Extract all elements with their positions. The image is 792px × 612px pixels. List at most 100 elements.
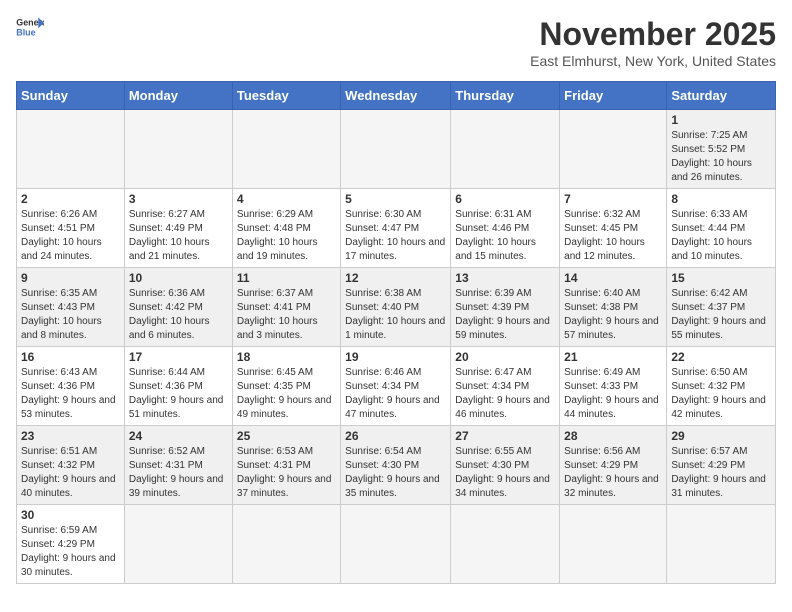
day-info: Sunrise: 6:56 AM Sunset: 4:29 PM Dayligh… — [564, 445, 662, 501]
day-number: 1 — [671, 113, 771, 127]
day-info: Sunrise: 6:27 AM Sunset: 4:49 PM Dayligh… — [129, 208, 228, 264]
calendar-day-cell: 13 Sunrise: 6:39 AM Sunset: 4:39 PM Dayli… — [451, 268, 560, 347]
weekday-header-monday: Monday — [124, 82, 232, 110]
day-info: Sunrise: 6:39 AM Sunset: 4:39 PM Dayligh… — [455, 287, 555, 343]
day-info: Sunrise: 6:54 AM Sunset: 4:30 PM Dayligh… — [345, 445, 446, 501]
weekday-header-wednesday: Wednesday — [341, 82, 451, 110]
calendar-day-cell: 3 Sunrise: 6:27 AM Sunset: 4:49 PM Daylig… — [124, 189, 232, 268]
day-number: 6 — [455, 192, 555, 206]
day-info: Sunrise: 6:43 AM Sunset: 4:36 PM Dayligh… — [21, 366, 120, 422]
day-info: Sunrise: 6:47 AM Sunset: 4:34 PM Dayligh… — [455, 366, 555, 422]
day-number: 14 — [564, 271, 662, 285]
calendar-day-cell: 14 Sunrise: 6:40 AM Sunset: 4:38 PM Dayli… — [560, 268, 667, 347]
day-number: 7 — [564, 192, 662, 206]
calendar-day-cell: 21Sunrise: 6:49 AM Sunset: 4:33 PM Dayli… — [560, 347, 667, 426]
day-info: Sunrise: 6:30 AM Sunset: 4:47 PM Dayligh… — [345, 208, 446, 264]
day-info: Sunrise: 6:59 AM Sunset: 4:29 PM Dayligh… — [21, 524, 120, 580]
calendar-week-row: 1Sunrise: 7:25 AM Sunset: 5:52 PM Daylig… — [17, 110, 776, 189]
calendar-day-cell: 10Sunrise: 6:36 AM Sunset: 4:42 PM Dayli… — [124, 268, 232, 347]
calendar-day-cell: 26 Sunrise: 6:54 AM Sunset: 4:30 PM Dayli… — [341, 426, 451, 505]
day-number: 19 — [345, 350, 446, 364]
day-number: 29 — [671, 429, 771, 443]
calendar-day-cell: 27Sunrise: 6:55 AM Sunset: 4:30 PM Dayli… — [451, 426, 560, 505]
month-title: November 2025 — [530, 16, 776, 53]
day-info: Sunrise: 6:35 AM Sunset: 4:43 PM Dayligh… — [21, 287, 120, 343]
calendar-day-cell — [232, 110, 340, 189]
calendar-day-cell: 8 Sunrise: 6:33 AM Sunset: 4:44 PM Daylig… — [667, 189, 776, 268]
day-number: 15 — [671, 271, 771, 285]
day-number: 8 — [671, 192, 771, 206]
day-number: 24 — [129, 429, 228, 443]
day-info: Sunrise: 6:26 AM Sunset: 4:51 PM Dayligh… — [21, 208, 120, 264]
day-number: 5 — [345, 192, 446, 206]
calendar-day-cell: 11 Sunrise: 6:37 AM Sunset: 4:41 PM Dayli… — [232, 268, 340, 347]
day-info: Sunrise: 6:57 AM Sunset: 4:29 PM Dayligh… — [671, 445, 771, 501]
calendar-day-cell: 29 Sunrise: 6:57 AM Sunset: 4:29 PM Dayli… — [667, 426, 776, 505]
day-info: Sunrise: 6:37 AM Sunset: 4:41 PM Dayligh… — [237, 287, 336, 343]
calendar-day-cell: 6 Sunrise: 6:31 AM Sunset: 4:46 PM Daylig… — [451, 189, 560, 268]
day-info: Sunrise: 6:38 AM Sunset: 4:40 PM Dayligh… — [345, 287, 446, 343]
day-info: Sunrise: 6:32 AM Sunset: 4:45 PM Dayligh… — [564, 208, 662, 264]
day-info: Sunrise: 6:46 AM Sunset: 4:34 PM Dayligh… — [345, 366, 446, 422]
day-number: 10 — [129, 271, 228, 285]
weekday-header-sunday: Sunday — [17, 82, 125, 110]
calendar-day-cell — [341, 505, 451, 584]
weekday-header-thursday: Thursday — [451, 82, 560, 110]
day-info: Sunrise: 6:42 AM Sunset: 4:37 PM Dayligh… — [671, 287, 771, 343]
calendar-day-cell: 16 Sunrise: 6:43 AM Sunset: 4:36 PM Dayli… — [17, 347, 125, 426]
calendar-day-cell — [17, 110, 125, 189]
page-header: General Blue November 2025 East Elmhurst… — [16, 16, 776, 69]
day-info: Sunrise: 6:44 AM Sunset: 4:36 PM Dayligh… — [129, 366, 228, 422]
day-info: Sunrise: 6:31 AM Sunset: 4:46 PM Dayligh… — [455, 208, 555, 264]
day-info: Sunrise: 6:40 AM Sunset: 4:38 PM Dayligh… — [564, 287, 662, 343]
calendar-day-cell — [667, 505, 776, 584]
day-number: 16 — [21, 350, 120, 364]
day-number: 23 — [21, 429, 120, 443]
calendar-day-cell — [124, 505, 232, 584]
weekday-header-row: SundayMondayTuesdayWednesdayThursdayFrid… — [17, 82, 776, 110]
day-info: Sunrise: 6:33 AM Sunset: 4:44 PM Dayligh… — [671, 208, 771, 264]
weekday-header-friday: Friday — [560, 82, 667, 110]
calendar-day-cell: 1Sunrise: 7:25 AM Sunset: 5:52 PM Daylig… — [667, 110, 776, 189]
day-number: 17 — [129, 350, 228, 364]
calendar-day-cell: 28 Sunrise: 6:56 AM Sunset: 4:29 PM Dayli… — [560, 426, 667, 505]
calendar-day-cell — [232, 505, 340, 584]
calendar-day-cell: 19 Sunrise: 6:46 AM Sunset: 4:34 PM Dayli… — [341, 347, 451, 426]
calendar-week-row: 16 Sunrise: 6:43 AM Sunset: 4:36 PM Dayli… — [17, 347, 776, 426]
calendar-day-cell — [451, 505, 560, 584]
calendar-day-cell: 23 Sunrise: 6:51 AM Sunset: 4:32 PM Dayli… — [17, 426, 125, 505]
calendar-day-cell: 30Sunrise: 6:59 AM Sunset: 4:29 PM Dayli… — [17, 505, 125, 584]
day-number: 25 — [237, 429, 336, 443]
calendar-day-cell: 22Sunrise: 6:50 AM Sunset: 4:32 PM Dayli… — [667, 347, 776, 426]
calendar-day-cell: 24 Sunrise: 6:52 AM Sunset: 4:31 PM Dayli… — [124, 426, 232, 505]
day-number: 28 — [564, 429, 662, 443]
day-number: 13 — [455, 271, 555, 285]
day-info: Sunrise: 6:52 AM Sunset: 4:31 PM Dayligh… — [129, 445, 228, 501]
calendar-day-cell: 12Sunrise: 6:38 AM Sunset: 4:40 PM Dayli… — [341, 268, 451, 347]
calendar-day-cell: 15 Sunrise: 6:42 AM Sunset: 4:37 PM Dayli… — [667, 268, 776, 347]
svg-text:Blue: Blue — [16, 27, 35, 37]
calendar-table: SundayMondayTuesdayWednesdayThursdayFrid… — [16, 81, 776, 584]
logo: General Blue — [16, 16, 44, 38]
day-number: 9 — [21, 271, 120, 285]
calendar-day-cell: 7 Sunrise: 6:32 AM Sunset: 4:45 PM Daylig… — [560, 189, 667, 268]
calendar-day-cell — [560, 505, 667, 584]
calendar-day-cell: 4Sunrise: 6:29 AM Sunset: 4:48 PM Daylig… — [232, 189, 340, 268]
day-info: Sunrise: 6:51 AM Sunset: 4:32 PM Dayligh… — [21, 445, 120, 501]
day-info: Sunrise: 6:55 AM Sunset: 4:30 PM Dayligh… — [455, 445, 555, 501]
day-number: 20 — [455, 350, 555, 364]
calendar-day-cell: 9 Sunrise: 6:35 AM Sunset: 4:43 PM Daylig… — [17, 268, 125, 347]
day-number: 26 — [345, 429, 446, 443]
day-number: 18 — [237, 350, 336, 364]
title-section: November 2025 East Elmhurst, New York, U… — [530, 16, 776, 69]
calendar-day-cell: 5 Sunrise: 6:30 AM Sunset: 4:47 PM Daylig… — [341, 189, 451, 268]
day-number: 4 — [237, 192, 336, 206]
day-number: 3 — [129, 192, 228, 206]
day-info: Sunrise: 6:45 AM Sunset: 4:35 PM Dayligh… — [237, 366, 336, 422]
calendar-day-cell: 25Sunrise: 6:53 AM Sunset: 4:31 PM Dayli… — [232, 426, 340, 505]
calendar-week-row: 9 Sunrise: 6:35 AM Sunset: 4:43 PM Daylig… — [17, 268, 776, 347]
day-number: 11 — [237, 271, 336, 285]
day-number: 2 — [21, 192, 120, 206]
day-info: Sunrise: 6:49 AM Sunset: 4:33 PM Dayligh… — [564, 366, 662, 422]
day-info: Sunrise: 6:50 AM Sunset: 4:32 PM Dayligh… — [671, 366, 771, 422]
